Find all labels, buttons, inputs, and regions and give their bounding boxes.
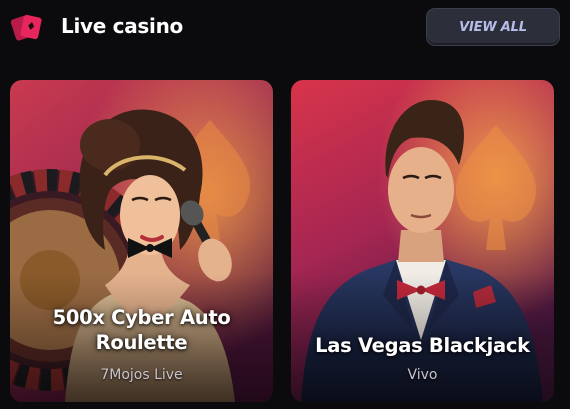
game-title: 500x Cyber Auto Roulette bbox=[10, 305, 273, 355]
section-header: Live casino VIEW ALL bbox=[0, 0, 570, 58]
game-title-line-2: Roulette bbox=[95, 331, 188, 354]
view-all-button[interactable]: VIEW ALL bbox=[426, 8, 560, 46]
game-title-line-1: 500x Cyber Auto bbox=[52, 306, 231, 329]
game-provider: Vivo bbox=[407, 367, 438, 383]
cards-icon bbox=[10, 14, 42, 41]
game-title-line-1: Las Vegas Blackjack bbox=[315, 334, 530, 357]
game-card[interactable]: 500x Cyber Auto Roulette 7Mojos Live bbox=[10, 80, 273, 402]
game-card[interactable]: Las Vegas Blackjack Vivo bbox=[291, 80, 554, 402]
game-title: Las Vegas Blackjack bbox=[291, 333, 554, 358]
section-title: Live casino bbox=[61, 14, 183, 38]
game-provider: 7Mojos Live bbox=[100, 367, 183, 383]
